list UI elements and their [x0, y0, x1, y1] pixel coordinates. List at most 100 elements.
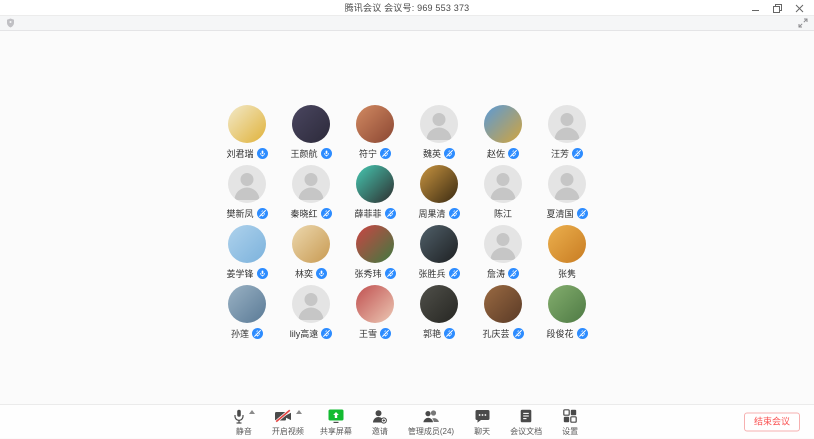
- participant-name: 林奕: [295, 267, 313, 280]
- mic-status-icon: [572, 148, 583, 159]
- camera-off-icon: [274, 409, 293, 423]
- participant-avatar: [548, 105, 586, 143]
- toolbar-item-label: 开启视频: [272, 426, 304, 437]
- members-icon: [422, 409, 439, 424]
- participant-tile[interactable]: 张隽: [535, 225, 599, 285]
- participant-tile[interactable]: 詹涛: [471, 225, 535, 285]
- participant-avatar: [484, 285, 522, 323]
- participant-tile[interactable]: 魏英: [407, 105, 471, 165]
- fullscreen-icon[interactable]: [798, 18, 808, 28]
- default-person-icon: [548, 105, 586, 143]
- invite-person-icon: [372, 409, 387, 424]
- mic-status-icon: [508, 268, 519, 279]
- participant-tile[interactable]: lily高遠: [279, 285, 343, 345]
- mic-status-icon: [321, 328, 332, 339]
- participant-avatar: [420, 225, 458, 263]
- mic-status-icon: [380, 148, 391, 159]
- participant-tile[interactable]: 林奕: [279, 225, 343, 285]
- participant-name: 樊新凤: [226, 207, 253, 220]
- mic-status-icon: [257, 208, 268, 219]
- participant-tile[interactable]: 薛菲菲: [343, 165, 407, 225]
- participant-tile[interactable]: 郭艳: [407, 285, 471, 345]
- mic-status-icon: [257, 268, 268, 279]
- toolbar-item-label: 设置: [562, 426, 578, 437]
- participant-avatar: [420, 165, 458, 203]
- participant-avatar: [484, 105, 522, 143]
- toolbar-button-members[interactable]: 管理成员(24): [404, 406, 458, 437]
- maximize-icon[interactable]: [768, 1, 786, 15]
- meeting-subbar: [0, 16, 814, 31]
- toolbar-button-invite[interactable]: 邀请: [364, 406, 396, 437]
- participant-avatar: [356, 285, 394, 323]
- mic-status-icon: [508, 148, 519, 159]
- participant-name: 段俊花: [546, 327, 573, 340]
- chat-bubble-icon: [475, 409, 490, 423]
- toolbar-button-mute[interactable]: 静音: [228, 406, 260, 437]
- participant-avatar: [228, 285, 266, 323]
- participant-avatar: [292, 105, 330, 143]
- toolbar-item-label: 邀请: [372, 426, 388, 437]
- participant-avatar: [548, 165, 586, 203]
- participant-name: lily高遠: [290, 327, 319, 340]
- participant-name: 王颜航: [290, 147, 317, 160]
- mic-status-icon: [380, 328, 391, 339]
- toolbar-button-video[interactable]: 开启视频: [268, 406, 308, 437]
- participant-tile[interactable]: 姜学锋: [215, 225, 279, 285]
- participant-tile[interactable]: 夏清国: [535, 165, 599, 225]
- mic-status-icon: [257, 148, 268, 159]
- toolbar-item-label: 共享屏幕: [320, 426, 352, 437]
- default-person-icon: [548, 165, 586, 203]
- mic-status-icon: [444, 328, 455, 339]
- mic-status-icon: [513, 328, 524, 339]
- toolbar-item-label: 会议文档: [510, 426, 542, 437]
- toolbar-button-chat[interactable]: 聊天: [466, 406, 498, 437]
- participant-tile[interactable]: 赵佐: [471, 105, 535, 165]
- participant-name: 姜学锋: [226, 267, 253, 280]
- mic-status-icon: [385, 208, 396, 219]
- participant-tile[interactable]: 汪芳: [535, 105, 599, 165]
- participant-name: 夏清国: [546, 207, 573, 220]
- participant-tile[interactable]: 段俊花: [535, 285, 599, 345]
- participant-tile[interactable]: 秦晓红: [279, 165, 343, 225]
- chevron-up-icon[interactable]: [296, 410, 302, 414]
- minimize-icon[interactable]: [746, 1, 764, 15]
- security-shield-icon[interactable]: [6, 18, 15, 28]
- participant-name: 孔庆芸: [482, 327, 509, 340]
- participant-tile[interactable]: 王雪: [343, 285, 407, 345]
- participant-tile[interactable]: 陈江: [471, 165, 535, 225]
- share-screen-icon: [328, 409, 344, 423]
- mic-status-icon: [316, 268, 327, 279]
- toolbar-button-share[interactable]: 共享屏幕: [316, 406, 356, 437]
- participant-avatar: [228, 105, 266, 143]
- participant-name: 张隽: [558, 267, 576, 280]
- participant-tile[interactable]: 周果清: [407, 165, 471, 225]
- participant-name: 陈江: [494, 207, 512, 220]
- close-icon[interactable]: [790, 1, 808, 15]
- default-person-icon: [292, 165, 330, 203]
- participant-tile[interactable]: 孔庆芸: [471, 285, 535, 345]
- participant-tile[interactable]: 王颜航: [279, 105, 343, 165]
- participant-name: 赵佐: [487, 147, 505, 160]
- participant-name: 薛菲菲: [354, 207, 381, 220]
- participant-tile[interactable]: 符宁: [343, 105, 407, 165]
- mic-status-icon: [449, 208, 460, 219]
- participant-name: 郭艳: [423, 327, 441, 340]
- participant-avatar: [292, 285, 330, 323]
- toolbar-button-docs[interactable]: 会议文档: [506, 406, 546, 437]
- window-controls: [746, 0, 808, 16]
- participant-name: 张秀玮: [354, 267, 381, 280]
- mic-status-icon: [321, 148, 332, 159]
- participant-tile[interactable]: 张胜兵: [407, 225, 471, 285]
- default-person-icon: [484, 165, 522, 203]
- end-meeting-button[interactable]: 结束会议: [744, 412, 800, 431]
- participant-tile[interactable]: 张秀玮: [343, 225, 407, 285]
- participant-tile[interactable]: 刘君瑞: [215, 105, 279, 165]
- toolbar-button-settings[interactable]: 设置: [554, 406, 586, 437]
- chevron-up-icon[interactable]: [249, 410, 255, 414]
- toolbar-items: 静音 开启视频 共享屏幕 邀请 管理成员(24): [228, 406, 586, 437]
- participant-avatar: [548, 225, 586, 263]
- microphone-icon: [232, 409, 246, 424]
- participant-avatar: [356, 225, 394, 263]
- participant-tile[interactable]: 孙莲: [215, 285, 279, 345]
- participant-tile[interactable]: 樊新凤: [215, 165, 279, 225]
